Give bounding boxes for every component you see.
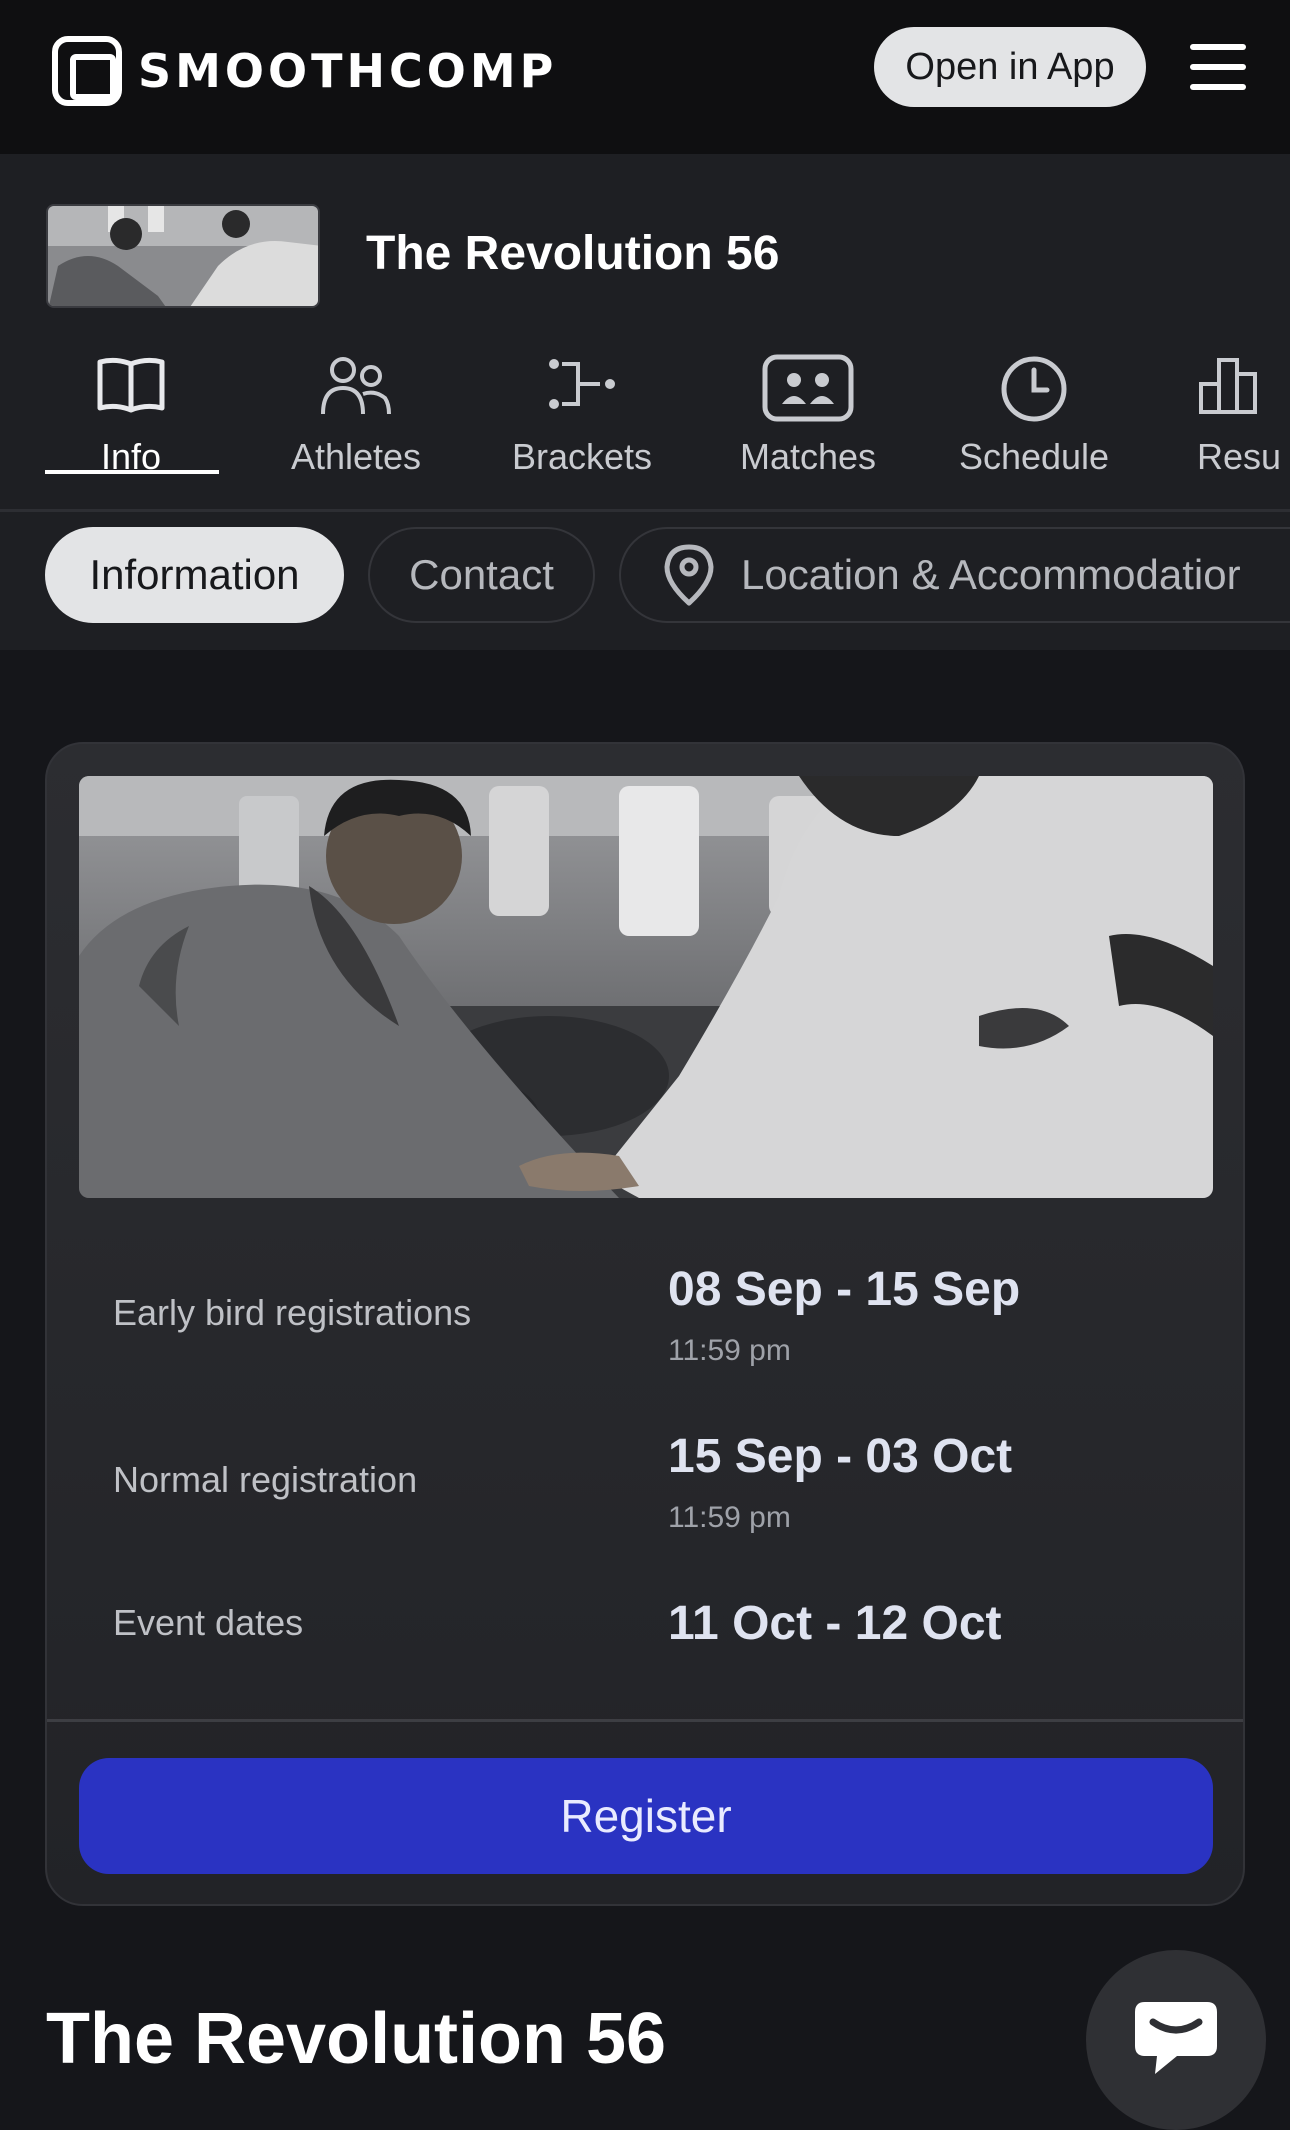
top-bar: SMOOTHCOMP Open in App <box>0 0 1290 154</box>
event-thumbnail <box>46 204 320 308</box>
match-icon <box>762 354 854 427</box>
event-tabs: Info Athletes Brackets Matches Schedule … <box>0 342 1290 514</box>
users-icon <box>319 354 393 423</box>
logo-text: SMOOTHCOMP <box>138 44 558 98</box>
early-bird-time: 11:59 pm <box>668 1334 791 1367</box>
smoothcomp-logo[interactable]: SMOOTHCOMP <box>52 36 557 106</box>
tab-matches-label: Matches <box>739 436 877 477</box>
subtab-information[interactable]: Information <box>45 527 344 623</box>
subtab-location-label: Location & Accommodatior <box>741 551 1241 598</box>
chat-icon <box>1131 1998 1221 2083</box>
tab-schedule[interactable]: Schedule <box>939 342 1129 512</box>
podium-icon <box>1197 354 1257 419</box>
early-bird-label: Early bird registrations <box>113 1292 472 1333</box>
tab-info[interactable]: Info <box>36 342 226 512</box>
registration-card: Early bird registrations 08 Sep - 15 Sep… <box>45 742 1245 1906</box>
early-bird-dates: 08 Sep - 15 Sep <box>668 1263 1021 1316</box>
page-title: The Revolution 56 <box>46 1999 667 2079</box>
register-button[interactable]: Register <box>79 1758 1213 1874</box>
event-banner-image <box>79 776 1213 1198</box>
tab-results-label: Resu <box>1197 436 1282 477</box>
tabs-divider <box>0 509 1290 512</box>
location-pin-icon <box>663 543 715 607</box>
normal-registration-dates: 15 Sep - 03 Oct <box>668 1430 1013 1483</box>
bracket-icon <box>546 354 618 419</box>
tab-brackets-label: Brackets <box>511 436 653 477</box>
subtab-location[interactable]: Location & Accommodatior <box>619 527 1290 623</box>
card-divider <box>47 1719 1243 1722</box>
tab-athletes-label: Athletes <box>290 436 422 477</box>
event-title: The Revolution 56 <box>366 227 780 280</box>
sub-tabs: Information Contact Location & Accommoda… <box>0 527 1290 637</box>
event-header: The Revolution 56 Info Athletes Brackets… <box>0 154 1290 650</box>
normal-registration-label: Normal registration <box>113 1459 418 1500</box>
open-in-app-button[interactable]: Open in App <box>874 27 1146 107</box>
tab-results[interactable]: Resu <box>1165 342 1290 512</box>
event-dates-value: 11 Oct - 12 Oct <box>668 1597 1002 1650</box>
subtab-contact[interactable]: Contact <box>368 527 595 623</box>
chat-button[interactable] <box>1086 1950 1266 2130</box>
tab-brackets[interactable]: Brackets <box>487 342 677 512</box>
logo-mark-icon <box>52 36 122 106</box>
tab-schedule-label: Schedule <box>958 436 1110 477</box>
tab-athletes[interactable]: Athletes <box>261 342 451 512</box>
menu-icon[interactable] <box>1190 44 1246 90</box>
clock-icon <box>999 354 1069 429</box>
active-tab-indicator <box>45 470 219 474</box>
event-dates-label: Event dates <box>113 1602 304 1643</box>
book-icon <box>96 354 166 419</box>
normal-registration-time: 11:59 pm <box>668 1501 791 1534</box>
tab-matches[interactable]: Matches <box>713 342 903 512</box>
